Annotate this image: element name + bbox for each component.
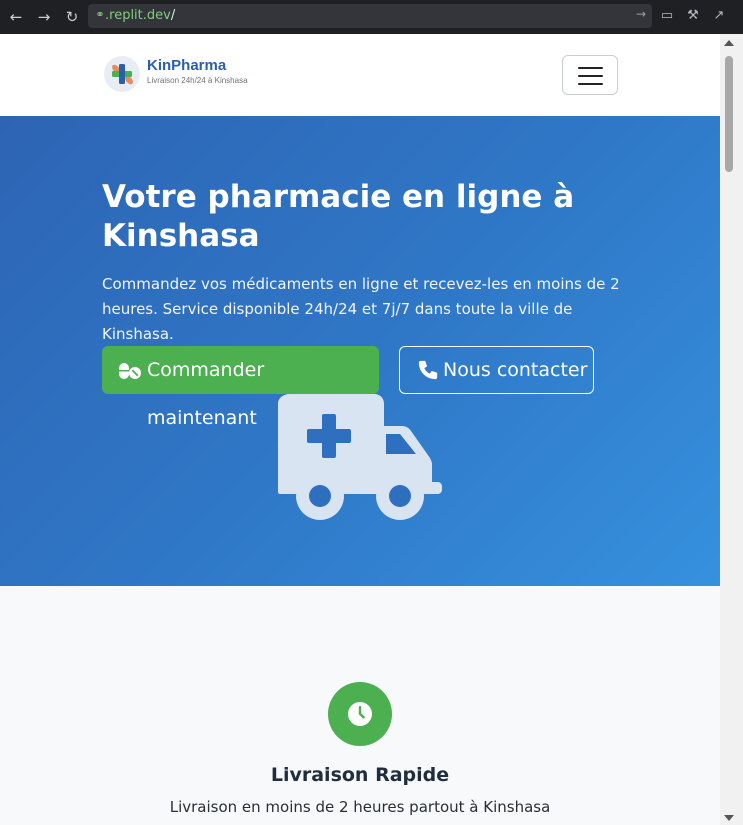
hero-subtitle: Commandez vos médicaments en ligne et re…	[102, 275, 620, 343]
scroll-down-icon[interactable]	[724, 815, 734, 821]
monitor-icon[interactable]: ▭	[658, 7, 676, 25]
site-header: KinPharma Livraison 24h/24 à Kinshasa	[0, 34, 720, 116]
page-viewport: KinPharma Livraison 24h/24 à Kinshasa Vo…	[0, 34, 720, 825]
back-icon[interactable]: ←	[6, 7, 26, 27]
ambulance-truck-icon	[278, 394, 442, 520]
hero-title: Votre pharmacie en ligne à Kinshasa	[102, 179, 575, 254]
logo[interactable]	[104, 56, 140, 92]
address-bar[interactable]: ⚭ .replit.dev/ →	[88, 4, 652, 28]
forward-icon[interactable]: →	[34, 7, 54, 27]
go-arrow-icon[interactable]: →	[636, 7, 646, 21]
url-text: .replit.dev/	[105, 8, 176, 23]
pharmacy-cross-icon	[112, 64, 133, 85]
scrollbar[interactable]	[720, 34, 743, 825]
hero-section: Votre pharmacie en ligne à Kinshasa Comm…	[0, 116, 720, 586]
browser-toolbar: ← → ↻ ⚭ .replit.dev/ → ▭ ⚒ ↗	[0, 0, 743, 34]
feature-description: Livraison en moins de 2 heures partout à…	[169, 798, 551, 816]
scroll-thumb[interactable]	[725, 56, 733, 172]
feature-title: Livraison Rapide	[270, 764, 450, 786]
reload-icon[interactable]: ↻	[62, 7, 82, 27]
contact-us-label: Nous contacter	[443, 359, 588, 381]
clock-icon	[348, 702, 372, 726]
hamburger-icon	[578, 67, 603, 69]
contact-us-button[interactable]: Nous contacter	[399, 346, 594, 394]
order-now-button[interactable]: Commander maintenant	[102, 346, 379, 429]
phone-icon	[418, 360, 438, 380]
order-now-label: Commander maintenant	[147, 359, 265, 429]
wrench-icon[interactable]: ⚒	[684, 7, 702, 25]
open-external-icon[interactable]: ↗	[710, 7, 728, 25]
pills-icon	[119, 363, 141, 379]
scroll-up-icon[interactable]	[724, 40, 734, 46]
menu-toggle-button[interactable]	[562, 55, 618, 95]
brand-tagline: Livraison 24h/24 à Kinshasa	[147, 76, 248, 85]
feature-card	[328, 682, 392, 746]
brand-name[interactable]: KinPharma	[147, 57, 226, 74]
